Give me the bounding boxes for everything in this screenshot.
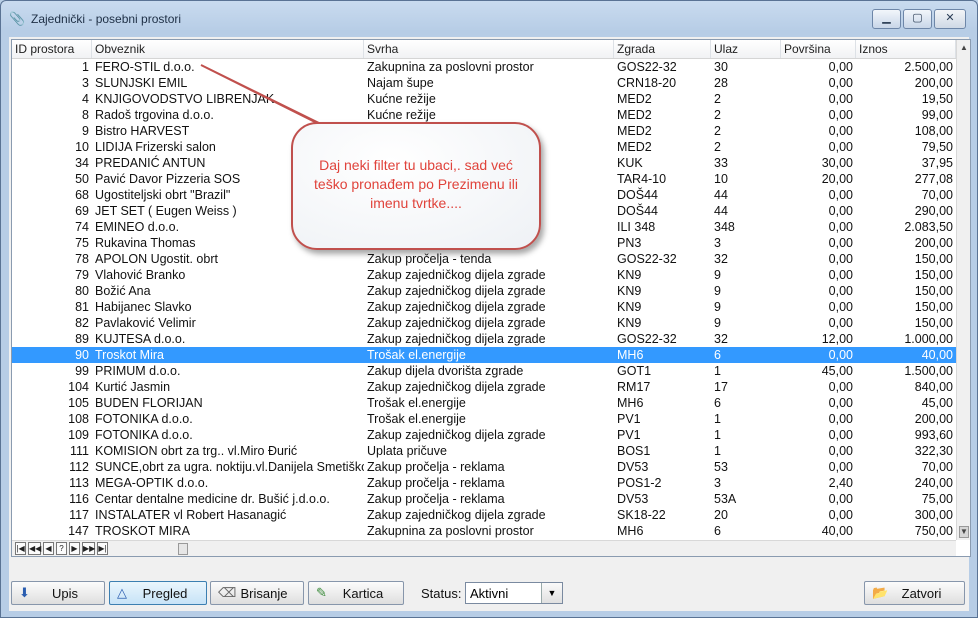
callout-text: Daj neki filter tu ubaci,. sad već teško… <box>314 157 518 211</box>
callout-pointer <box>200 64 354 142</box>
main-window: 📎 Zajednički - posebni prostori ▁ ▢ ✕ ID… <box>0 0 978 618</box>
comment-callout: Daj neki filter tu ubaci,. sad već teško… <box>291 122 541 250</box>
